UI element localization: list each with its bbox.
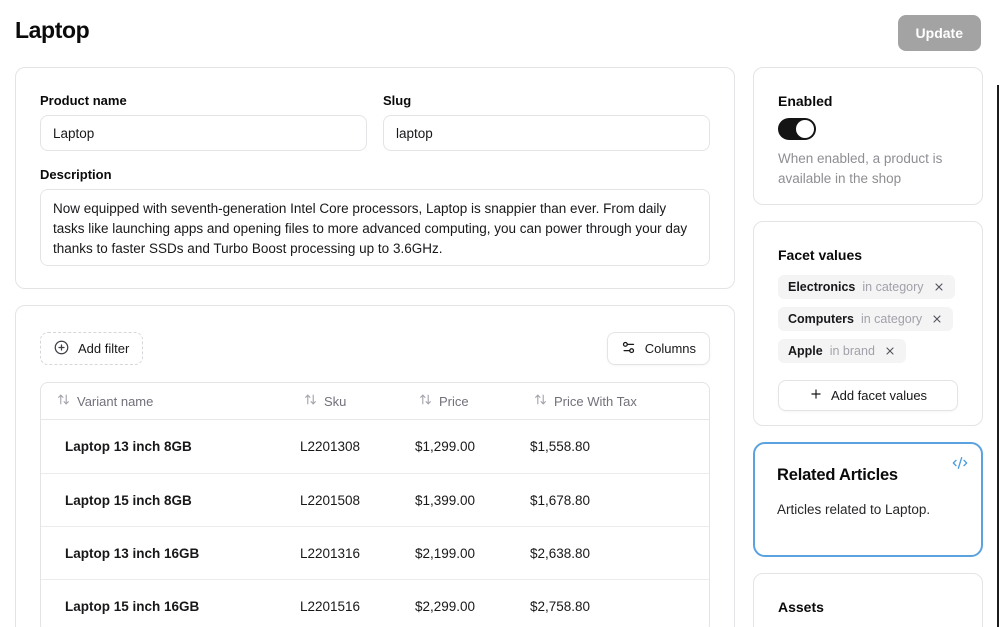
plus-icon bbox=[809, 387, 823, 404]
update-button[interactable]: Update bbox=[898, 15, 981, 51]
plus-circle-icon bbox=[54, 340, 69, 358]
facet-chip: Computers in category bbox=[778, 307, 953, 331]
sort-icon bbox=[57, 393, 70, 409]
sku-cell: L2201508 bbox=[276, 473, 391, 526]
enabled-toggle[interactable] bbox=[778, 118, 816, 140]
column-header-price-with-tax[interactable]: Price With Tax bbox=[506, 383, 709, 420]
assets-card: Assets bbox=[753, 573, 983, 627]
facet-chip: Apple in brand bbox=[778, 339, 906, 363]
enabled-helper-text: When enabled, a product is available in … bbox=[778, 149, 958, 189]
toggle-knob bbox=[796, 120, 814, 138]
related-articles-body: Articles related to Laptop. bbox=[777, 502, 959, 517]
facet-values-card: Facet values Electronics in category Com… bbox=[753, 221, 983, 426]
main-column: Product name Slug Description Now equipp… bbox=[15, 67, 735, 627]
price-cell: $2,299.00 bbox=[391, 579, 506, 627]
variant-name-cell[interactable]: Laptop 13 inch 16GB bbox=[41, 526, 276, 579]
remove-facet-icon[interactable] bbox=[931, 313, 943, 325]
price-with-tax-cell: $1,678.80 bbox=[506, 473, 709, 526]
sliders-icon bbox=[621, 340, 636, 358]
product-name-label: Product name bbox=[40, 93, 367, 108]
description-input[interactable]: Now equipped with seventh-generation Int… bbox=[40, 189, 710, 266]
table-row[interactable]: Laptop 13 inch 8GB L2201308 $1,299.00 $1… bbox=[41, 420, 709, 473]
variant-name-cell[interactable]: Laptop 15 inch 16GB bbox=[41, 579, 276, 627]
table-row[interactable]: Laptop 15 inch 16GB L2201516 $2,299.00 $… bbox=[41, 579, 709, 627]
code-icon bbox=[952, 455, 968, 476]
table-toolbar: Add filter Columns bbox=[40, 332, 710, 365]
facet-chip: Electronics in category bbox=[778, 275, 955, 299]
sku-cell: L2201308 bbox=[276, 420, 391, 473]
slug-label: Slug bbox=[383, 93, 710, 108]
add-filter-button[interactable]: Add filter bbox=[40, 332, 143, 365]
variant-name-cell[interactable]: Laptop 15 inch 8GB bbox=[41, 473, 276, 526]
enabled-card: Enabled When enabled, a product is avail… bbox=[753, 67, 983, 205]
columns-button[interactable]: Columns bbox=[607, 332, 710, 365]
description-label: Description bbox=[40, 167, 710, 182]
related-articles-title: Related Articles bbox=[777, 466, 959, 485]
price-cell: $1,399.00 bbox=[391, 473, 506, 526]
product-name-input[interactable] bbox=[40, 115, 367, 151]
remove-facet-icon[interactable] bbox=[933, 281, 945, 293]
sort-icon bbox=[304, 393, 317, 409]
slug-input[interactable] bbox=[383, 115, 710, 151]
price-with-tax-cell: $1,558.80 bbox=[506, 420, 709, 473]
sort-icon bbox=[419, 393, 432, 409]
product-detail-page: Laptop Update Product name Slug Descript… bbox=[0, 0, 1000, 627]
scrollbar-thumb[interactable] bbox=[997, 85, 999, 627]
table-row[interactable]: Laptop 15 inch 8GB L2201508 $1,399.00 $1… bbox=[41, 473, 709, 526]
columns-label: Columns bbox=[645, 341, 696, 356]
sku-cell: L2201516 bbox=[276, 579, 391, 627]
price-cell: $1,299.00 bbox=[391, 420, 506, 473]
column-header-sku[interactable]: Sku bbox=[276, 383, 391, 420]
column-header-variant-name[interactable]: Variant name bbox=[41, 383, 276, 420]
remove-facet-icon[interactable] bbox=[884, 345, 896, 357]
add-filter-label: Add filter bbox=[78, 341, 129, 356]
price-cell: $2,199.00 bbox=[391, 526, 506, 579]
page-title: Laptop bbox=[15, 17, 89, 44]
column-header-price[interactable]: Price bbox=[391, 383, 506, 420]
price-with-tax-cell: $2,758.80 bbox=[506, 579, 709, 627]
variant-name-cell[interactable]: Laptop 13 inch 8GB bbox=[41, 420, 276, 473]
sku-cell: L2201316 bbox=[276, 526, 391, 579]
table-row[interactable]: Laptop 13 inch 16GB L2201316 $2,199.00 $… bbox=[41, 526, 709, 579]
add-facet-values-button[interactable]: Add facet values bbox=[778, 380, 958, 411]
variants-table: Variant name Sku bbox=[40, 382, 710, 627]
price-with-tax-cell: $2,638.80 bbox=[506, 526, 709, 579]
assets-title: Assets bbox=[778, 599, 958, 615]
sort-icon bbox=[534, 393, 547, 409]
product-form-card: Product name Slug Description Now equipp… bbox=[15, 67, 735, 289]
variants-card: Add filter Columns bbox=[15, 305, 735, 627]
facet-values-title: Facet values bbox=[778, 247, 958, 263]
related-articles-card[interactable]: Related Articles Articles related to Lap… bbox=[753, 442, 983, 557]
table-header-row: Variant name Sku bbox=[41, 383, 709, 420]
sidebar: Enabled When enabled, a product is avail… bbox=[753, 67, 983, 627]
enabled-title: Enabled bbox=[778, 93, 958, 109]
